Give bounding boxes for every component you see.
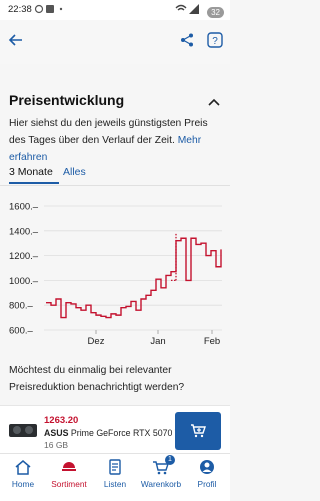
svg-text:?: ? (212, 36, 218, 47)
product-thumbnail (9, 424, 37, 437)
y-tick-label: 600.– (9, 326, 33, 337)
bottom-navigation: Home Sortiment Listen 1 Warenkorb Profil (0, 453, 230, 501)
nav-warenkorb[interactable]: 1 Warenkorb (138, 454, 184, 501)
home-icon (15, 460, 31, 475)
section-description: Hier siehst du den jeweils günstigsten P… (9, 115, 221, 166)
nav-warenkorb-label: Warenkorb (140, 479, 182, 489)
alert-question: Möchtest du einmalig bei relevanter Prei… (9, 365, 185, 393)
status-system-icons: 32 (175, 3, 224, 18)
cart-count-badge: 1 (165, 455, 175, 465)
nav-home-label: Home (11, 479, 35, 489)
add-to-cart-button[interactable] (175, 412, 221, 450)
x-tick-label: Feb (204, 336, 220, 347)
product-spec: 16 GB (44, 440, 69, 450)
status-notification-icons (34, 3, 70, 18)
range-tabs: 3 Monate Alles (0, 160, 230, 186)
status-time: 22:38 (8, 4, 32, 15)
battery-indicator: 32 (207, 7, 224, 18)
wifi-signal-icon (175, 4, 200, 14)
y-tick-label: 800.– (9, 301, 33, 312)
price-series-line (46, 237, 222, 319)
x-tick-label: Jan (150, 336, 165, 347)
chevron-up-icon[interactable] (208, 94, 220, 112)
nav-listen[interactable]: Listen (92, 454, 138, 501)
product-price: 1263.20 (44, 415, 79, 426)
y-tick-label: 1000.– (9, 276, 39, 287)
cart-plus-icon (191, 424, 206, 438)
list-icon (109, 459, 121, 475)
nav-sortiment-label: Sortiment (51, 479, 87, 489)
tab-3-monate[interactable]: 3 Monate (9, 166, 53, 178)
y-tick-label: 1600.– (9, 202, 39, 213)
nav-home[interactable]: Home (0, 454, 46, 501)
y-tick-label: 1200.– (9, 251, 39, 262)
tabs-divider (0, 185, 230, 186)
profile-icon (200, 460, 214, 474)
app-bar: ? (0, 20, 230, 64)
nav-profil[interactable]: Profil (184, 454, 230, 501)
share-icon[interactable] (180, 33, 194, 52)
y-tick-label: 1400.– (9, 226, 39, 237)
sortiment-icon (62, 462, 76, 471)
help-icon[interactable]: ? (207, 32, 223, 53)
x-tick-label: Dez (88, 336, 105, 347)
tab-alles[interactable]: Alles (63, 166, 86, 178)
product-brand: ASUS (44, 428, 69, 438)
status-bar: 22:38 32 (0, 0, 230, 20)
nav-listen-label: Listen (103, 479, 127, 489)
nav-sortiment[interactable]: Sortiment (46, 454, 92, 501)
active-tab-indicator (9, 182, 59, 184)
section-title: Preisentwicklung (9, 92, 125, 108)
nav-profil-label: Profil (197, 479, 217, 489)
back-arrow-icon[interactable] (8, 32, 24, 53)
product-bar: 1263.20 ASUS Prime GeForce RTX 5070 Ti O… (0, 405, 230, 454)
price-history-chart: 1600.– 1400.– 1200.– 1000.– 800.– 600.– Dez Jan… (9, 202, 222, 347)
